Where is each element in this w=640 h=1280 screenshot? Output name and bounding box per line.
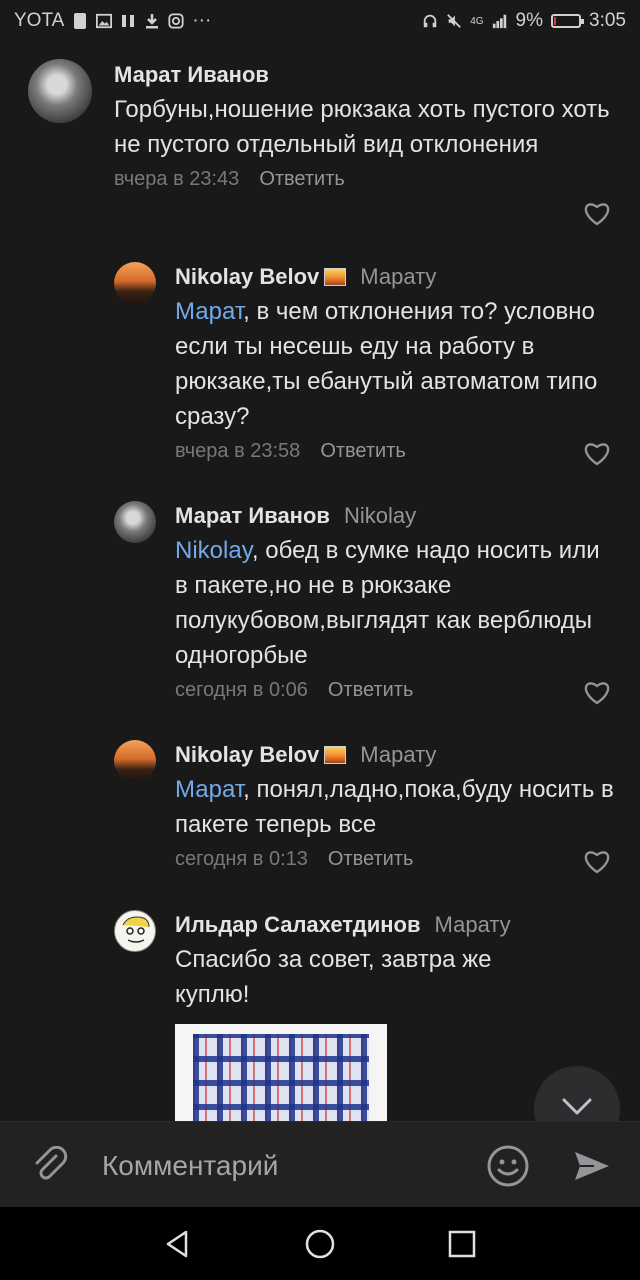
heart-icon[interactable]	[584, 681, 610, 705]
comment-time: сегодня в 0:06	[175, 679, 308, 701]
recent-apps-icon[interactable]	[445, 1227, 479, 1261]
mention-link[interactable]: Марат	[175, 776, 243, 803]
pause-icon	[122, 15, 135, 27]
author-name[interactable]: Марат Иванов	[114, 62, 269, 87]
reply-button[interactable]: Ответить	[328, 679, 414, 701]
sunset-avatar[interactable]	[114, 740, 156, 782]
reply-to-label[interactable]: Марату	[360, 264, 436, 289]
rifle-avatar[interactable]	[28, 59, 92, 123]
comment-item: Марат Иванов Горбуны,ношение рюкзака хот…	[0, 44, 640, 234]
comment-meta: вчера в 23:58 Ответить	[175, 440, 615, 466]
download-icon	[146, 14, 159, 29]
signal-icon	[492, 14, 506, 29]
comment-item: Марат Иванов Nikolay Nikolay, обед в сумк…	[0, 493, 640, 723]
comment-input[interactable]: Комментарий	[102, 1146, 462, 1186]
author-name[interactable]: Ильдар Салахетдинов	[175, 912, 421, 937]
reply-button[interactable]: Ответить	[320, 440, 406, 462]
mention-link[interactable]: Nikolay	[175, 537, 252, 564]
comment-meta: сегодня в 0:13 Ответить	[175, 848, 615, 874]
reply-to-label[interactable]: Nikolay	[344, 503, 416, 528]
mute-icon	[447, 14, 462, 28]
mention-link[interactable]: Марат	[175, 298, 243, 325]
comment-header: Nikolay Belov Марату	[175, 264, 615, 290]
author-name[interactable]: Nikolay Belov	[175, 742, 319, 767]
comment-time: вчера в 23:58	[175, 440, 301, 462]
sunset-avatar[interactable]	[114, 262, 156, 304]
home-icon[interactable]	[303, 1227, 337, 1261]
comment-time: сегодня в 0:13	[175, 848, 308, 870]
reply-button[interactable]: Ответить	[259, 168, 345, 190]
meme-face-icon	[122, 916, 150, 943]
comment-text: Nikolay, обед в сумке надо носить или в …	[175, 537, 600, 669]
sunset-emoji-icon	[324, 746, 347, 764]
heart-icon[interactable]	[584, 850, 610, 874]
rifle-avatar[interactable]	[114, 501, 156, 543]
meme-face-avatar[interactable]	[114, 910, 156, 952]
comment-text: Горбуны,ношение рюкзака хоть пустого хот…	[114, 96, 610, 158]
comment-meta: вчера в 23:43 Ответить	[114, 168, 614, 194]
comment-header: Ильдар Салахетдинов Марату	[175, 912, 615, 938]
chevron-down-icon	[562, 1098, 592, 1115]
reply-to-label[interactable]: Марату	[435, 912, 511, 937]
author-name[interactable]: Nikolay Belov	[175, 264, 319, 289]
comment-text: Спасибо за совет, завтра же куплю!	[175, 946, 492, 1008]
comments-list[interactable]: Марат Иванов Горбуны,ношение рюкзака хот…	[0, 44, 640, 1121]
comment-header: Марат Иванов	[114, 62, 614, 88]
author-name[interactable]: Марат Иванов	[175, 503, 330, 528]
heart-icon[interactable]	[584, 202, 610, 226]
instagram-icon	[168, 13, 184, 29]
comment-item: Nikolay Belov Марату Марат, в чем отклоне…	[0, 254, 640, 484]
comment-time: вчера в 23:43	[114, 168, 240, 190]
comment-text: Марат, в чем отклонения то? условно если…	[175, 298, 598, 430]
back-icon[interactable]	[160, 1227, 194, 1261]
paperclip-icon[interactable]	[30, 1146, 70, 1186]
more-notifications-indicator: ···	[192, 10, 212, 31]
comment-text: Марат, понял,ладно,пока,буду носить в па…	[175, 776, 614, 838]
comment-meta: сегодня в 0:06 Ответить	[175, 679, 615, 705]
sunset-emoji-icon	[324, 268, 347, 286]
headphones-icon	[423, 14, 437, 28]
battery-percent: 9%	[515, 10, 544, 31]
clock: 3:05	[589, 10, 626, 31]
heart-icon[interactable]	[584, 442, 610, 466]
comment-header: Марат Иванов Nikolay	[175, 503, 615, 529]
system-navigation-bar	[0, 1207, 640, 1280]
comment-item: Nikolay Belov Марату Марат, понял,ладно,п…	[0, 732, 640, 892]
send-icon[interactable]	[572, 1146, 612, 1186]
carrier-label: YOTA	[14, 10, 65, 31]
emoji-icon[interactable]	[486, 1144, 530, 1188]
status-bar: YOTA ··· 4G 9% 3:05	[0, 0, 640, 44]
sim-card-icon	[74, 13, 87, 29]
photo-attachment[interactable]	[175, 1024, 387, 1121]
image-icon	[96, 13, 113, 29]
comment-composer: Комментарий	[0, 1121, 640, 1208]
network-type-label: 4G	[470, 15, 484, 27]
reply-button[interactable]: Ответить	[328, 848, 414, 870]
comment-header: Nikolay Belov Марату	[175, 742, 615, 768]
battery-icon	[551, 14, 585, 28]
reply-to-label[interactable]: Марату	[360, 742, 436, 767]
plaid-bag-photo	[193, 1034, 369, 1121]
